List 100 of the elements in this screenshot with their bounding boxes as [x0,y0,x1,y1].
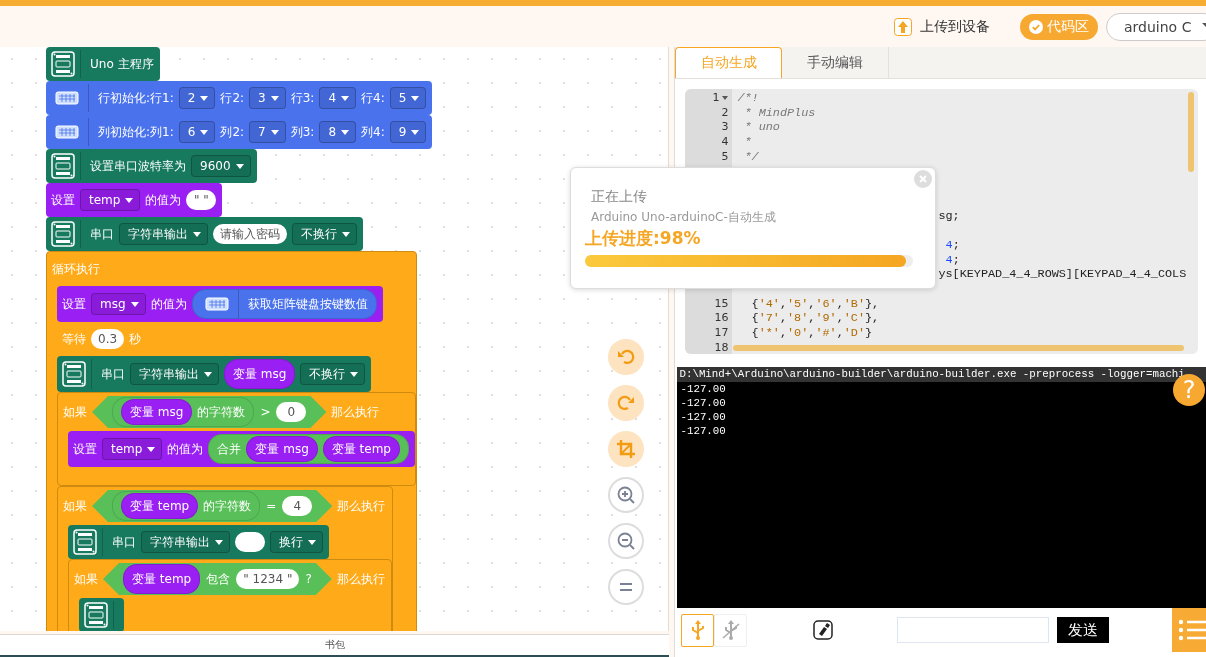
block-dropdown[interactable]: 8 [319,121,357,143]
block-label: 如果 [63,497,87,515]
code-line: 4; [944,237,960,252]
bag-bar[interactable]: 书包 [0,634,670,657]
c-block[interactable]: 如果 变量 temp 包含 " 1234 " ? 那么执行 [68,559,392,631]
reporter-block[interactable]: 获取矩阵键盘按键数值 [191,289,377,319]
block-label: 的值为 [167,440,204,458]
block-dropdown[interactable]: 字符串输出 [141,531,230,553]
line-number: 18 [714,340,729,354]
dialog-title: 正在上传 [591,188,648,206]
code-line: {'4','5','6','B'}, [750,296,880,311]
block-dropdown[interactable]: 换行 [270,531,323,553]
input-field[interactable]: " " [186,190,217,210]
code-line: 4; [944,252,960,267]
code-block[interactable]: 设置串口波特率为 9600 [46,149,257,183]
block-label: 的值为 [150,295,187,313]
input-field[interactable]: 0 [276,402,307,422]
block-dropdown[interactable]: 5 [389,87,427,109]
code-block[interactable]: Uno 主程序 [46,47,160,81]
block-dropdown[interactable]: 字符串输出 [130,363,219,385]
block-label: 的值为 [145,191,182,209]
block-dropdown[interactable]: 3 [249,87,286,109]
code-block[interactable]: 串口 字符串输出 换行 [68,525,329,559]
block-label: 如果 [63,403,87,421]
code-block[interactable]: 设置 temp 的值为 " " [46,183,223,217]
block-dropdown[interactable]: 字符串输出 [119,223,208,245]
reporter-block[interactable]: 变量 temp [121,493,199,519]
block-dropdown[interactable]: 7 [249,121,286,143]
block-label: Uno 主程序 [90,55,154,73]
c-block[interactable]: 如果 变量 temp 的字符数 = 4 那么执行 串口 字符串输出 换行 如果 变量 temp 包含 " 1234 " ? 那么执行 [57,486,393,631]
code-comment: * MindPlus [743,105,816,120]
line-number: 3 [721,120,729,134]
reporter-block[interactable]: 变量 temp [123,564,201,594]
reporter-block[interactable]: 变量 temp [322,436,400,462]
block-label: 行4: [361,89,385,107]
block-label: 那么执行 [337,497,386,515]
upload-button[interactable]: 上传到设备 [890,15,994,38]
block-label: > [260,405,271,419]
block-dropdown[interactable]: 不换行 [300,363,366,385]
reporter-block[interactable]: 变量 msg [121,399,193,425]
code-comment: * uno [743,120,780,135]
line-number: 16 [714,311,729,325]
block-dropdown[interactable]: msg [91,293,146,315]
code-block[interactable]: 串口 字符串输出 请输入密码 不换行 [46,217,363,251]
block-label: 循环执行 [52,260,100,278]
code-block[interactable]: 串口 字符串输出 变量 msg 不换行 [57,356,372,392]
condition-block[interactable]: 变量 temp 包含 " 1234 " ? [103,563,332,595]
block-dropdown[interactable]: 4 [319,87,357,109]
line-number: 1 [712,91,720,104]
block-dropdown[interactable]: 9600 [191,155,251,177]
block-dropdown[interactable]: 6 [178,121,216,143]
code-comment: /*! [737,91,759,105]
code-block[interactable]: 行初始化:行1: 2 行2: 3 行3: 4 行4: 5 [46,81,433,115]
input-field[interactable]: 请输入密码 [213,224,287,244]
block-label: 列初始化:列1: [98,123,174,141]
block-label: 获取矩阵键盘按键数值 [247,295,368,313]
console-line: -127.00 [679,396,726,410]
code-comment: */ [743,149,759,164]
block-dropdown[interactable]: 2 [178,87,216,109]
block-label: 变量 temp [331,440,391,458]
code-block[interactable]: 设置 temp 的值为 合并 变量 msg 变量 temp [68,431,415,467]
block-label: 变量 msg [130,403,184,421]
code-block[interactable]: 列初始化:列1: 6 列2: 7 列3: 8 列4: 9 [46,115,433,149]
block-dropdown[interactable]: 不换行 [292,223,357,245]
send-button[interactable]: 发送 [1057,617,1110,643]
c-block[interactable]: 循环执行 设置 msg 的值为 获取矩阵键盘按键数值 等待 0.3 秒 串口 字符串输出 变量 msg 不换行 如果 变量 msg 的字符数 > 0 那么执行 设置 temp 的值为 合并 变量 msg 变量 temp 如果 变量 temp 的字符数 = 4 那么执行 串口 字符串输出 换行 如果 变量 temp 包含 " 1234 " ? 那么执行 [46,251,417,631]
reporter-block[interactable]: 变量 msg [224,359,296,389]
input-field[interactable]: 0.3 [91,329,125,349]
input-field[interactable]: " 1234 " [236,569,300,589]
code-line: {'*','0','#','D'} [750,326,873,340]
code-line: {'7','8','9','C'}, [750,311,880,326]
block-dropdown[interactable]: temp [102,438,163,460]
block-label: 变量 temp [132,570,192,588]
block-label: 列3: [290,123,315,141]
condition-block[interactable]: 变量 msg 的字符数 > 0 [92,396,327,428]
reporter-block[interactable]: 变量 msg [246,436,318,462]
console-line: -127.00 [679,424,726,438]
reporter-block[interactable]: 变量 temp 的字符数 [112,491,261,521]
tab[interactable]: 手动编辑 [782,47,890,78]
input-field[interactable]: 4 [282,496,313,516]
c-block[interactable]: 如果 变量 msg 的字符数 > 0 那么执行 设置 temp 的值为 合并 变量 msg 变量 temp [57,392,416,486]
block-label: 行3: [290,89,315,107]
block-label: 行初始化:行1: [98,89,174,107]
block-label: 包含 [206,570,231,588]
code-line: ys[KEYPAD_4_4_ROWS][KEYPAD_4_4_COLS [938,267,1187,282]
reporter-block[interactable]: 变量 msg 的字符数 [112,397,255,427]
reporter-block[interactable]: 合并 变量 msg 变量 temp [208,434,409,464]
block-dropdown[interactable]: 9 [389,121,427,143]
block-label: 设置 [51,191,75,209]
code-block[interactable]: 设置 msg 的值为 获取矩阵键盘按键数值 [57,286,383,322]
board-selector[interactable]: arduino C [1106,12,1206,41]
block-label: 那么执行 [331,403,380,421]
block-label: ? [305,572,312,586]
block-label: 如果 [74,570,98,588]
block-dropdown[interactable]: temp [80,189,141,211]
condition-block[interactable]: 变量 temp 的字符数 = 4 [92,490,333,522]
block-label: 那么执行 [336,570,385,588]
block-label: 合并 [217,440,242,458]
code-line: sg; [938,208,960,223]
line-number: 5 [721,149,729,163]
